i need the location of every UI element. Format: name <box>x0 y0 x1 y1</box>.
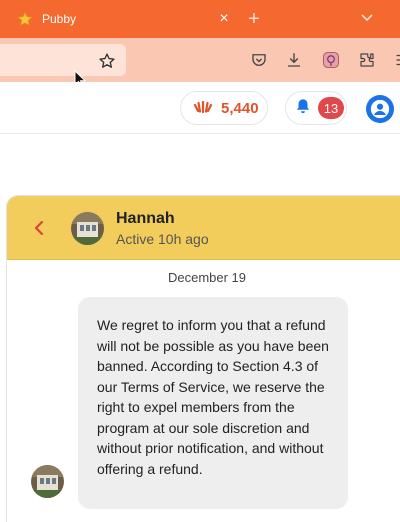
browser-tab-pubby[interactable]: Pubby × <box>8 4 234 34</box>
sender-avatar[interactable] <box>31 465 64 498</box>
points-value: 5,440 <box>221 99 259 117</box>
message-bubble: We regret to inform you that a refund wi… <box>78 297 348 509</box>
contact-avatar[interactable] <box>71 212 104 245</box>
back-chevron-icon[interactable] <box>29 216 49 240</box>
bookmark-star-icon[interactable] <box>96 50 118 72</box>
tab-title: Pubby <box>42 12 77 26</box>
download-icon[interactable] <box>283 49 305 71</box>
tab-close-icon[interactable]: × <box>214 10 234 28</box>
browser-toolbar <box>0 38 400 82</box>
message-text: We regret to inform you that a refund wi… <box>97 317 329 477</box>
contact-status: Active 10h ago <box>116 231 209 247</box>
puzzle-icon[interactable] <box>356 49 378 71</box>
points-button[interactable]: 5,440 <box>180 91 268 125</box>
browser-tab-strip: Pubby × + <box>0 0 400 38</box>
notifications-button[interactable]: 13 <box>285 91 347 125</box>
new-tab-icon[interactable]: + <box>242 7 266 31</box>
bell-icon <box>294 96 312 121</box>
menu-icon[interactable] <box>390 49 400 71</box>
date-separator: December 19 <box>167 270 247 285</box>
chat-panel: Hannah Active 10h ago December 19 We reg… <box>6 195 400 522</box>
pocket-icon[interactable] <box>248 49 270 71</box>
extension-icon[interactable] <box>320 49 342 71</box>
points-icon <box>193 98 213 119</box>
tab-list-chevron-icon[interactable] <box>356 8 378 28</box>
site-header: 5,440 13 <box>0 82 400 134</box>
star-favicon-icon <box>16 10 34 28</box>
chat-header: Hannah Active 10h ago <box>7 196 400 260</box>
contact-name: Hannah <box>116 210 175 227</box>
address-bar[interactable] <box>0 44 126 76</box>
notifications-badge: 13 <box>318 97 344 119</box>
user-avatar-icon[interactable] <box>366 95 394 123</box>
